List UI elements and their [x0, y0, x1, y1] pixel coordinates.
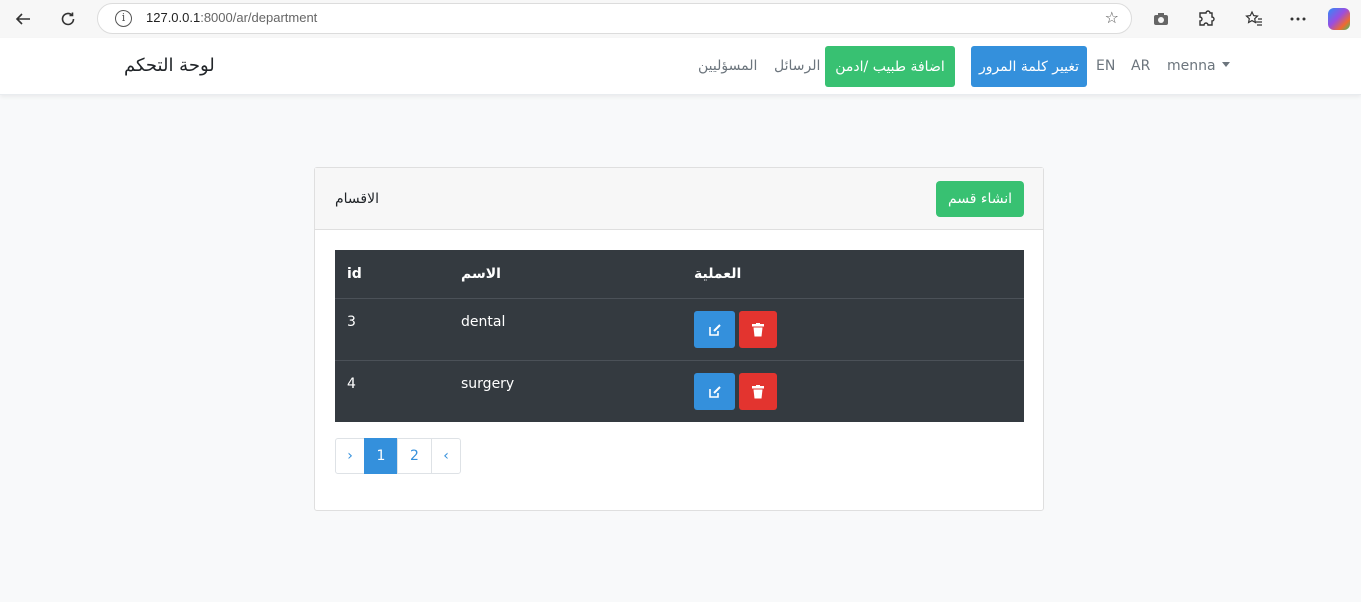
- trash-icon: [752, 322, 764, 336]
- page-2[interactable]: 2: [397, 438, 432, 474]
- cell-name: surgery: [461, 376, 515, 392]
- favorites-list-icon[interactable]: [1240, 5, 1268, 33]
- page-next[interactable]: ›: [335, 438, 365, 474]
- extensions-icon[interactable]: [1192, 5, 1220, 33]
- trash-icon: [752, 384, 764, 398]
- departments-table: id الاسم العملية 3 dental 4 surgery: [335, 250, 1024, 422]
- top-navbar: لوحة التحكم المسؤليين الرسائل اضافة طبيب…: [0, 38, 1361, 95]
- back-icon[interactable]: [9, 5, 37, 33]
- url-text[interactable]: 127.0.0.1:8000/ar/department: [146, 10, 317, 25]
- card-header: الاقسام انشاء قسم: [315, 168, 1043, 230]
- copilot-icon[interactable]: [1328, 8, 1350, 30]
- add-doctor-admin-button[interactable]: اضافة طبيب /ادمن: [825, 46, 955, 87]
- edit-button[interactable]: [694, 311, 735, 348]
- divider: [335, 360, 1024, 361]
- page-1[interactable]: 1: [364, 438, 398, 474]
- divider: [335, 298, 1024, 299]
- edit-icon: [708, 385, 721, 398]
- screenshot-camera-icon[interactable]: [1147, 5, 1175, 33]
- change-password-button[interactable]: تغيير كلمة المرور: [971, 46, 1087, 87]
- delete-button[interactable]: [739, 311, 777, 348]
- header-action: العملية: [694, 266, 742, 282]
- departments-card: الاقسام انشاء قسم id الاسم العملية 3 den…: [314, 167, 1044, 511]
- site-info-icon[interactable]: i: [115, 10, 132, 27]
- nav-link-admins[interactable]: المسؤليين: [698, 58, 757, 74]
- navbar-brand[interactable]: لوحة التحكم: [124, 55, 215, 76]
- nav-link-messages[interactable]: الرسائل: [774, 58, 820, 74]
- cell-id: 4: [347, 376, 356, 392]
- user-name: menna: [1167, 58, 1216, 74]
- page-prev[interactable]: ‹: [431, 438, 461, 474]
- user-dropdown[interactable]: menna: [1167, 58, 1230, 74]
- header-id: id: [347, 266, 362, 282]
- pagination: › 1 2 ‹: [335, 438, 461, 474]
- chevron-down-icon: [1221, 62, 1230, 67]
- browser-toolbar: i 127.0.0.1:8000/ar/department ☆: [0, 0, 1361, 38]
- address-bar[interactable]: i 127.0.0.1:8000/ar/department ☆: [97, 3, 1132, 34]
- card-title: الاقسام: [335, 191, 379, 207]
- edit-button[interactable]: [694, 373, 735, 410]
- edit-icon: [708, 323, 721, 336]
- reload-icon[interactable]: [54, 5, 82, 33]
- lang-en-link[interactable]: EN: [1096, 58, 1115, 74]
- delete-button[interactable]: [739, 373, 777, 410]
- cell-id: 3: [347, 314, 356, 330]
- header-name: الاسم: [461, 266, 501, 282]
- create-department-button[interactable]: انشاء قسم: [936, 181, 1024, 217]
- favorite-star-icon[interactable]: ☆: [1105, 8, 1119, 27]
- more-menu-icon[interactable]: [1284, 5, 1312, 33]
- cell-name: dental: [461, 314, 506, 330]
- lang-ar-link[interactable]: AR: [1131, 58, 1150, 74]
